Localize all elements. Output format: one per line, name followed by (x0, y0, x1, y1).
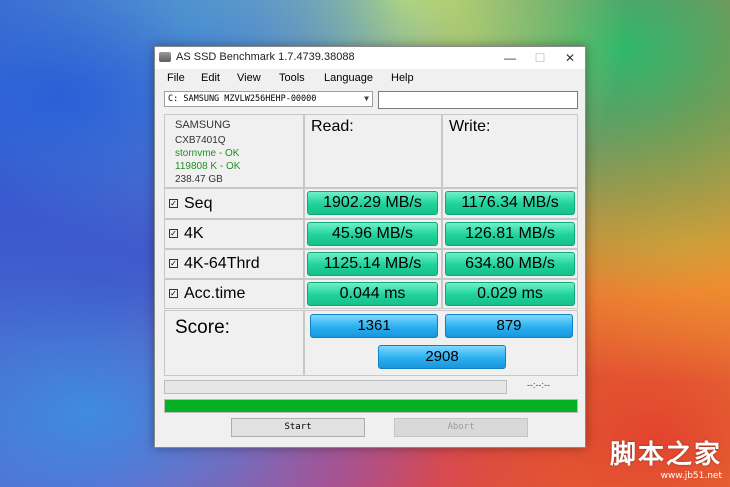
abort-button[interactable]: Abort (394, 418, 528, 437)
drive-capacity: 238.47 GB (175, 174, 223, 185)
read-header-cell: Read: (304, 114, 442, 188)
drive-select[interactable]: C: SAMSUNG MZVLW256HEHP-00000 ▼ (164, 91, 373, 107)
elapsed-timer: --:--:-- (527, 380, 550, 390)
write-column-header: Write: (449, 118, 491, 135)
menu-tools[interactable]: Tools (279, 72, 305, 84)
drive-vendor: SAMSUNG (175, 119, 231, 131)
score-label: Score: (175, 317, 230, 338)
seq-checkbox-label[interactable]: ✓ Seq (169, 195, 212, 213)
acc-read-value: 0.044 ms (307, 282, 438, 306)
watermark-url: www.jb51.net (660, 471, 722, 481)
menu-language[interactable]: Language (324, 72, 373, 84)
minimize-button[interactable]: — (495, 47, 525, 69)
row-seq[interactable]: ✓ Seq (164, 188, 304, 219)
seq-write-value: 1176.34 MB/s (445, 191, 575, 215)
window-title: AS SSD Benchmark 1.7.4739.38088 (176, 51, 355, 63)
chevron-down-icon[interactable]: ▼ (364, 92, 369, 106)
results-grid: SAMSUNG CXB7401Q stornvme - OK 119808 K … (164, 114, 578, 376)
acc-checkbox-label[interactable]: ✓ Acc.time (169, 285, 245, 303)
row-label-4k: 4K (184, 225, 204, 242)
drive-firmware: CXB7401Q (175, 135, 226, 146)
total-progress-bar (164, 399, 578, 413)
menu-help[interactable]: Help (391, 72, 414, 84)
checkbox-checked-icon[interactable]: ✓ (169, 289, 178, 298)
4k64-read-value: 1125.14 MB/s (307, 252, 438, 276)
4k-write-value: 126.81 MB/s (445, 222, 575, 246)
menu-edit[interactable]: Edit (201, 72, 220, 84)
checkbox-checked-icon[interactable]: ✓ (169, 229, 178, 238)
total-progress-fill (165, 400, 577, 412)
menu-bar: File Edit View Tools Language Help (155, 70, 585, 88)
extra-input[interactable] (378, 91, 578, 109)
title-bar[interactable]: AS SSD Benchmark 1.7.4739.38088 — ☐ ✕ (155, 47, 585, 69)
score-write-value: 879 (445, 314, 573, 338)
menu-view[interactable]: View (237, 72, 261, 84)
row-label-4k-64thrd: 4K-64Thrd (184, 255, 260, 272)
test-progress-bar (164, 380, 507, 394)
row-4k-64thrd[interactable]: ✓ 4K-64Thrd (164, 249, 304, 279)
close-button[interactable]: ✕ (555, 47, 585, 69)
checkbox-checked-icon[interactable]: ✓ (169, 259, 178, 268)
read-column-header: Read: (311, 118, 354, 135)
drive-select-value: C: SAMSUNG MZVLW256HEHP-00000 (168, 94, 317, 104)
menu-file[interactable]: File (167, 72, 185, 84)
driver-status: stornvme - OK (175, 148, 240, 159)
4k-read-value: 45.96 MB/s (307, 222, 438, 246)
seq-read-value: 1902.29 MB/s (307, 191, 438, 215)
maximize-button[interactable]: ☐ (525, 47, 555, 69)
checkbox-checked-icon[interactable]: ✓ (169, 199, 178, 208)
watermark: 脚本之家 www.jb51.net (610, 434, 722, 481)
watermark-logo: 脚本之家 (609, 440, 722, 470)
score-label-cell: Score: (164, 310, 304, 376)
row-label-seq: Seq (184, 195, 213, 212)
score-read-value: 1361 (310, 314, 438, 338)
4k64-write-value: 634.80 MB/s (445, 252, 575, 276)
drive-info-panel: SAMSUNG CXB7401Q stornvme - OK 119808 K … (164, 114, 304, 188)
row-label-acc-time: Acc.time (184, 285, 246, 302)
4k-checkbox-label[interactable]: ✓ 4K (169, 225, 204, 243)
start-button[interactable]: Start (231, 418, 365, 437)
alignment-status: 119808 K - OK (175, 161, 241, 172)
score-total-value: 2908 (378, 345, 506, 369)
write-header-cell: Write: (442, 114, 578, 188)
row-acc-time[interactable]: ✓ Acc.time (164, 279, 304, 309)
acc-write-value: 0.029 ms (445, 282, 575, 306)
as-ssd-window: AS SSD Benchmark 1.7.4739.38088 — ☐ ✕ Fi… (154, 46, 586, 448)
4k64-checkbox-label[interactable]: ✓ 4K-64Thrd (169, 255, 260, 273)
drive-icon (159, 52, 171, 62)
row-4k[interactable]: ✓ 4K (164, 219, 304, 249)
